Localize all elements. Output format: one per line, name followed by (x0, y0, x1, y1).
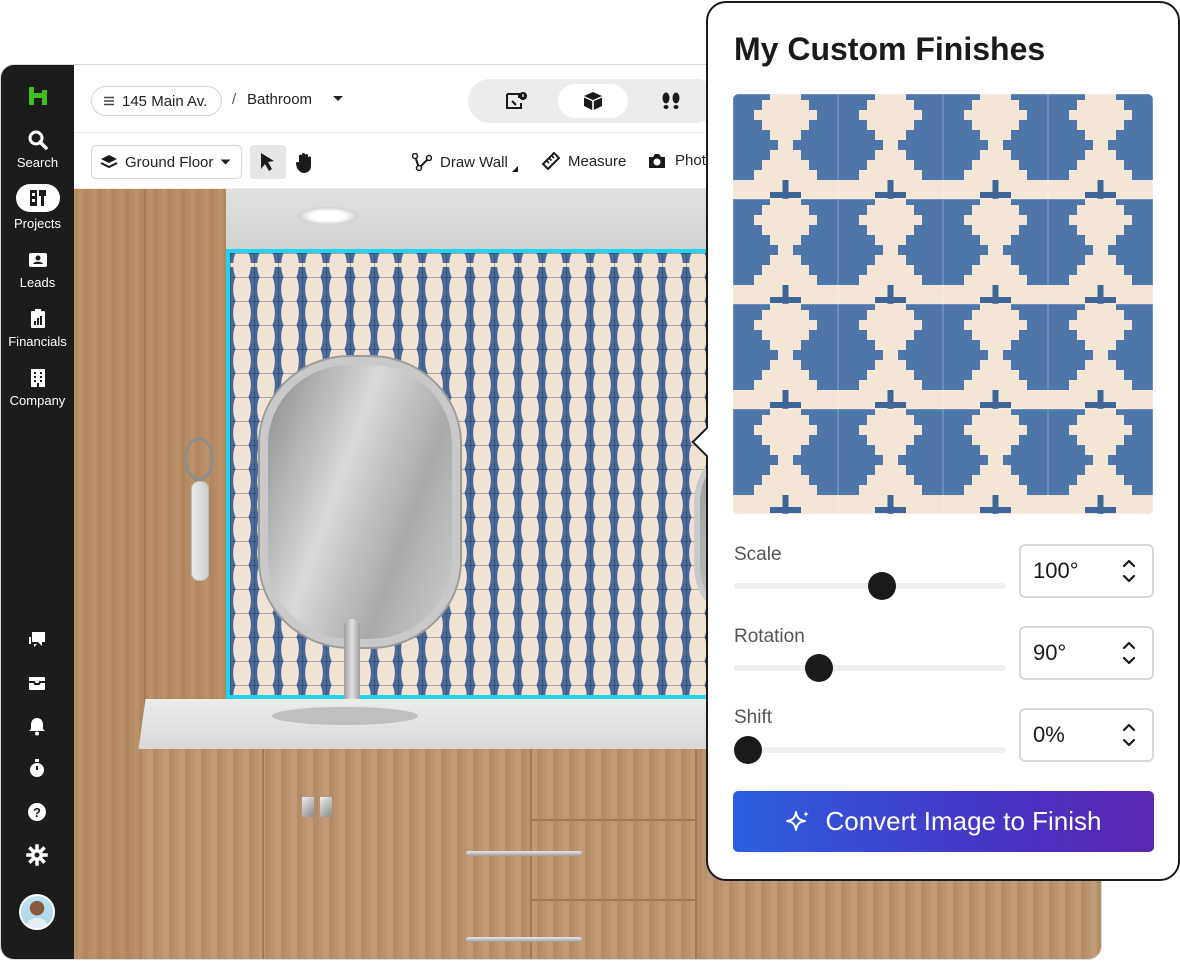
drawer-handle[interactable] (466, 851, 582, 856)
shift-slider[interactable] (734, 736, 1006, 764)
scale-slider[interactable] (734, 572, 1006, 600)
sidebar-item-search[interactable]: Search (1, 129, 74, 170)
financials-icon (30, 309, 45, 328)
camera-icon (649, 153, 665, 168)
sidebar-item-label: Projects (14, 216, 61, 231)
footsteps-icon (662, 92, 680, 109)
sidebar-item-label: Search (16, 155, 59, 170)
projects-pill (15, 184, 60, 212)
cabinet-knob[interactable] (320, 797, 332, 817)
rotation-slider[interactable] (734, 654, 1006, 682)
custom-finishes-panel: My Custom Finishes Scale 100° Rotation 9… (691, 1, 1180, 881)
scale-value: 100° (1033, 558, 1079, 583)
sparkle-icon (786, 810, 810, 831)
stepper-arrows-icon[interactable] (1122, 638, 1136, 668)
view-2d-button[interactable] (480, 84, 550, 118)
walkthrough-button[interactable] (636, 84, 706, 118)
measure-tool[interactable]: Measure (542, 152, 626, 170)
company-icon (30, 369, 45, 387)
floorplan-icon (506, 92, 527, 109)
faucet[interactable] (344, 619, 360, 699)
sidebar-item-label: Financials (8, 334, 67, 349)
chat-icon[interactable] (26, 629, 48, 651)
svg-text:?: ? (33, 805, 41, 820)
convert-button-label: Convert Image to Finish (825, 806, 1102, 836)
rotation-value: 90° (1033, 640, 1067, 665)
breadcrumb-room[interactable]: Bathroom (247, 91, 312, 108)
rotation-stepper[interactable]: 90° (1019, 626, 1154, 680)
menu-icon (104, 96, 114, 106)
shift-value: 0% (1033, 722, 1065, 747)
project-address: 145 Main Av. (122, 92, 208, 110)
view-3d-button[interactable] (558, 84, 628, 118)
scale-label: Scale (734, 544, 782, 565)
ruler-icon (542, 152, 560, 170)
chevron-down-icon[interactable] (332, 95, 344, 103)
floor-select-value: Ground Floor (125, 153, 214, 171)
convert-image-button[interactable]: Convert Image to Finish (733, 791, 1154, 852)
panel-title: My Custom Finishes (734, 31, 1046, 67)
stepper-arrows-icon[interactable] (1122, 720, 1136, 750)
measure-label: Measure (568, 152, 627, 170)
cabinet-knob[interactable] (302, 797, 314, 817)
rotation-label: Rotation (734, 626, 805, 647)
project-address-chip[interactable]: 145 Main Av. (91, 86, 223, 116)
help-icon[interactable]: ? (26, 801, 48, 823)
hand-towel[interactable] (191, 481, 209, 581)
draw-wall-icon (412, 153, 432, 171)
pan-hand-icon[interactable] (294, 152, 314, 174)
finish-preview-image[interactable] (733, 94, 1153, 514)
projects-icon (29, 190, 46, 206)
rotation-slider-thumb[interactable] (804, 654, 833, 682)
draw-wall-label: Draw Wall (440, 153, 508, 171)
stepper-arrows-icon[interactable] (1122, 556, 1136, 586)
scale-slider-thumb[interactable] (868, 572, 897, 600)
bell-icon[interactable] (26, 715, 48, 737)
ceiling-light[interactable] (298, 207, 358, 225)
select-tool-button[interactable] (250, 145, 286, 179)
shift-stepper[interactable]: 0% (1019, 708, 1154, 762)
sidebar-item-label: Leads (19, 275, 56, 290)
leads-icon (28, 253, 47, 267)
avatar[interactable] (19, 894, 55, 930)
photo-tool[interactable]: Phot (647, 152, 706, 169)
brand-logo-icon[interactable] (27, 85, 49, 107)
timer-icon[interactable] (26, 758, 48, 780)
sidebar-item-company[interactable]: Company (1, 367, 74, 408)
inbox-icon[interactable] (26, 672, 48, 694)
sidebar: Search Projects Leads Financials Company… (1, 65, 74, 959)
search-icon (28, 130, 48, 150)
submenu-corner-icon (511, 166, 518, 172)
sidebar-item-financials[interactable]: Financials (1, 308, 74, 349)
floor-select[interactable]: Ground Floor (91, 145, 242, 179)
scale-stepper[interactable]: 100° (1019, 544, 1154, 598)
chevron-down-icon (220, 159, 231, 164)
gear-icon[interactable] (26, 844, 48, 866)
breadcrumb-separator: / (232, 91, 237, 108)
layers-icon (100, 155, 118, 169)
sidebar-item-leads[interactable]: Leads (1, 249, 74, 290)
cube-icon (584, 92, 602, 110)
towel-ring[interactable] (184, 437, 214, 481)
shift-slider-thumb[interactable] (734, 736, 762, 764)
sidebar-item-label: Company (9, 393, 66, 408)
sink[interactable] (270, 705, 420, 727)
drawer-handle[interactable] (466, 937, 582, 942)
shift-label: Shift (734, 707, 773, 728)
mirror[interactable] (260, 357, 460, 647)
cursor-arrow-icon (261, 153, 274, 171)
photo-label: Phot (675, 152, 706, 169)
view-mode-toggle (468, 79, 718, 123)
sidebar-item-projects[interactable]: Projects (1, 184, 74, 231)
draw-wall-tool[interactable]: Draw Wall (412, 152, 518, 172)
